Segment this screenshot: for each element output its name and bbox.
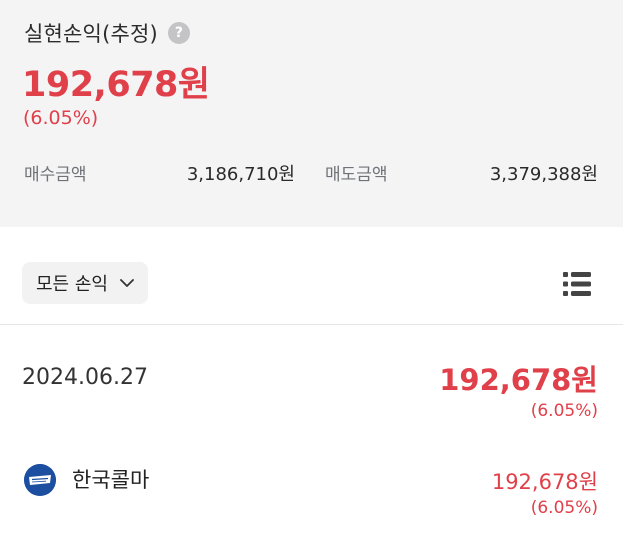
kolmar-logo-icon [24,464,56,496]
date-profit-amount: 192,678원 [439,363,598,397]
pnl-filter-dropdown[interactable]: 모든 손익 [22,262,148,304]
stock-profit-rate: (6.05%) [530,498,598,518]
list-view-icon[interactable] [563,271,591,297]
buy-amount-value: 3,186,710원 [186,164,295,185]
summary-title: 실현손익(추정) [24,22,158,46]
help-icon[interactable]: ? [167,22,190,44]
filter-bar: 모든 손익 [0,227,623,325]
date-profit-rate: (6.05%) [530,401,598,421]
buy-amount-label: 매수금액 [24,165,87,185]
summary-title-row: 실현손익(추정) ? [24,18,190,48]
realized-profit-amount: 192,678원 [22,65,210,105]
pnl-filter-label: 모든 손익 [36,274,108,295]
stock-row[interactable]: 한국콜마 192,678원 (6.05%) [0,448,623,528]
trade-date: 2024.06.27 [22,365,148,390]
stock-profit-amount: 192,678원 [491,470,598,494]
date-group-row: 2024.06.27 192,678원 (6.05%) [0,325,623,435]
realized-profit-rate: (6.05%) [23,107,99,129]
sell-amount-value: 3,379,388원 [489,164,598,185]
chevron-down-icon [120,276,134,290]
sell-amount-label: 매도금액 [325,165,388,185]
stock-name: 한국콜마 [72,468,150,492]
realized-pnl-summary: 실현손익(추정) ? 192,678원 (6.05%) 매수금액 3,186,7… [0,0,623,227]
